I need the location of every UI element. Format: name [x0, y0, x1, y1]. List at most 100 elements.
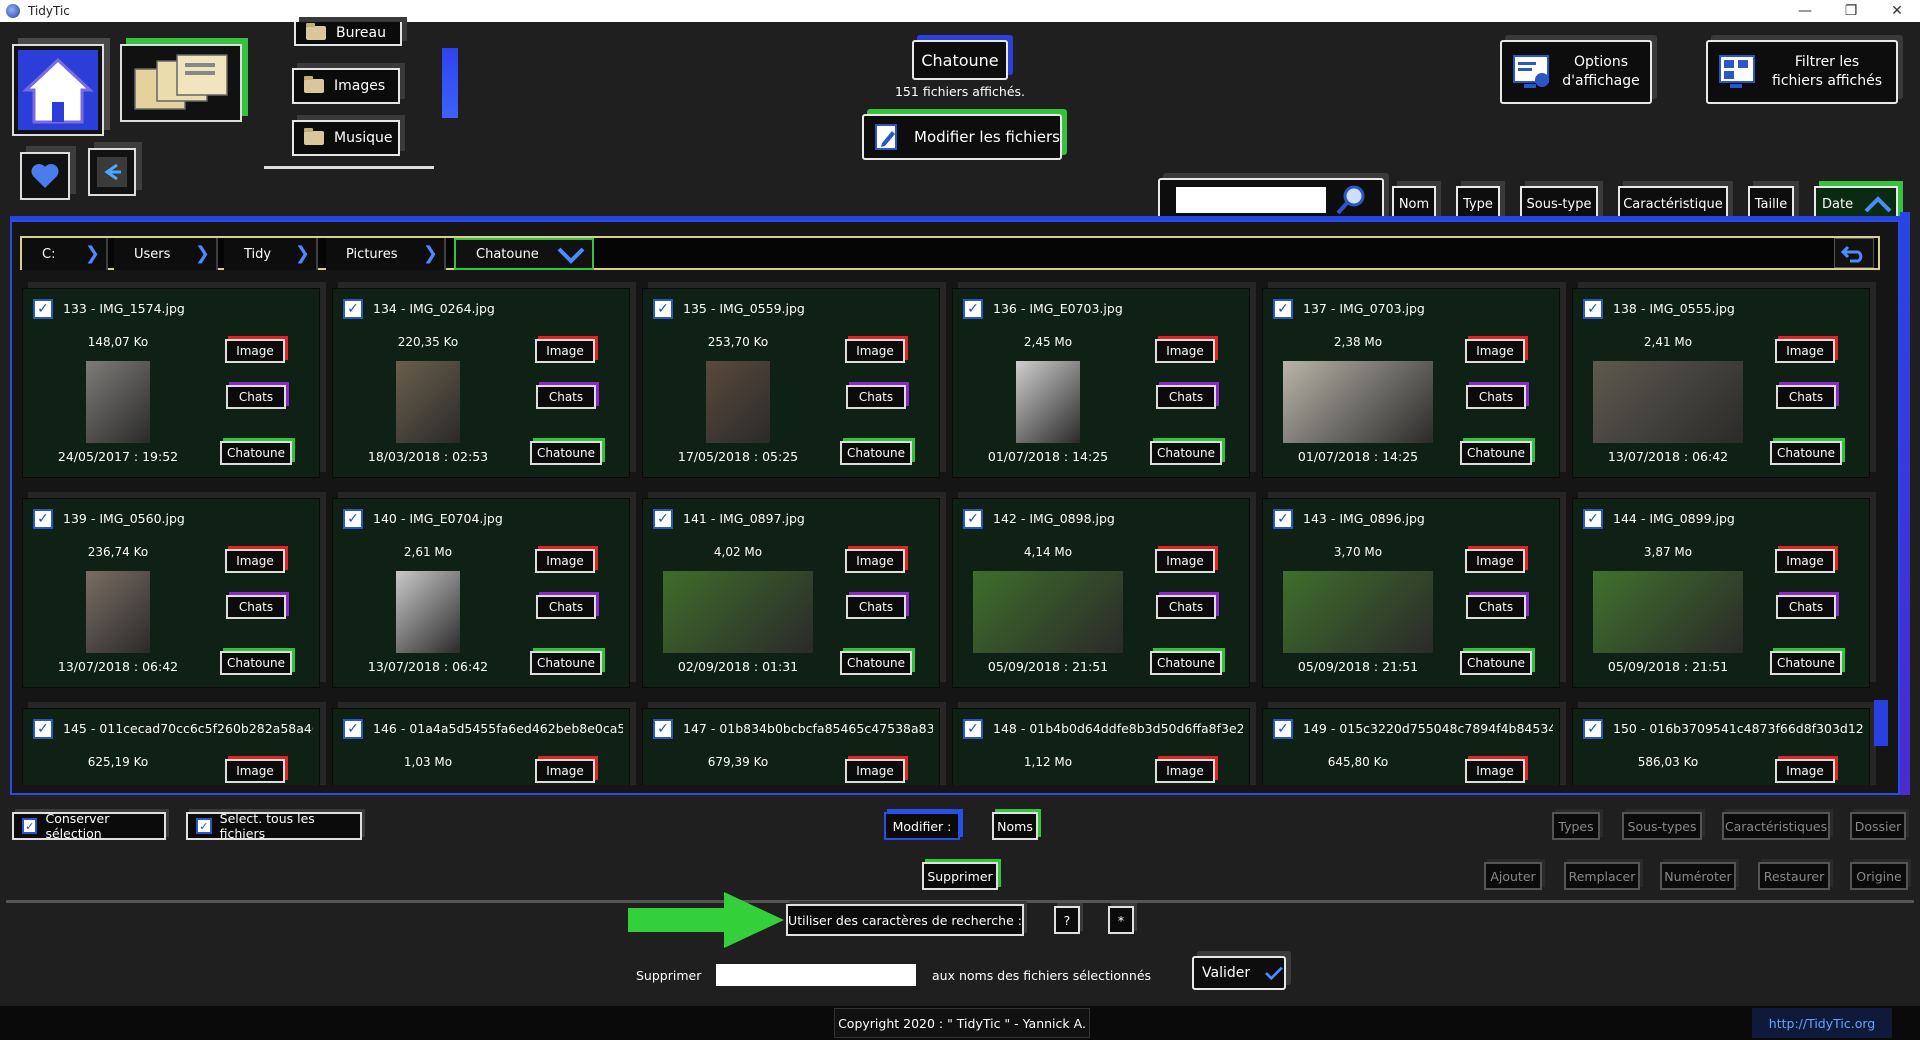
question-char-button[interactable]: ? — [1054, 906, 1080, 934]
file-thumbnail[interactable] — [973, 571, 1123, 653]
keep-selection-toggle[interactable]: ✓ Conserver sélection — [12, 811, 166, 841]
file-card[interactable]: ✓ 147 - 01b834b0bcbcfa85465c47538a833 679,… — [642, 708, 940, 785]
file-select-checkbox[interactable]: ✓ — [33, 299, 53, 319]
file-select-checkbox[interactable]: ✓ — [1273, 719, 1293, 739]
file-thumbnail[interactable] — [396, 571, 460, 653]
tag-folder[interactable]: Chatoune — [530, 441, 602, 465]
select-all-files-toggle[interactable]: ✓ Select. tous les fichiers — [186, 811, 362, 841]
file-select-checkbox[interactable]: ✓ — [653, 509, 673, 529]
sort-subtype-tab[interactable]: Sous-type — [1520, 186, 1598, 222]
tag-category[interactable]: Chats — [1156, 595, 1216, 619]
number-button[interactable]: Numéroter — [1660, 862, 1736, 890]
home-button[interactable] — [12, 44, 104, 136]
sort-type-tab[interactable]: Type — [1456, 186, 1500, 222]
tag-category[interactable]: Chats — [846, 385, 906, 409]
folders-view-button[interactable] — [120, 44, 242, 122]
tag-image[interactable]: Image — [1775, 759, 1835, 783]
tag-folder[interactable]: Chatoune — [1460, 651, 1532, 675]
tag-folder[interactable]: Chatoune — [220, 651, 292, 675]
tag-folder[interactable]: Chatoune — [1150, 651, 1222, 675]
file-card[interactable]: ✓ 138 - IMG_0555.jpg 2,41 Mo 13/07/2018 : 0… — [1572, 288, 1870, 478]
tag-category[interactable]: Chats — [1466, 385, 1526, 409]
minimize-button[interactable]: — — [1782, 0, 1828, 22]
search-input[interactable] — [1176, 187, 1326, 213]
file-card[interactable]: ✓ 144 - IMG_0899.jpg 3,87 Mo 05/09/2018 : 2… — [1572, 498, 1870, 688]
sort-size-tab[interactable]: Taille — [1748, 186, 1794, 222]
file-thumbnail[interactable] — [86, 571, 150, 653]
file-card[interactable]: ✓ 135 - IMG_0559.jpg 253,70 Ko 17/05/2018 :… — [642, 288, 940, 478]
maximize-button[interactable]: ❐ — [1828, 0, 1874, 22]
file-thumbnail[interactable] — [663, 571, 813, 653]
tag-image[interactable]: Image — [535, 759, 595, 783]
tag-folder[interactable]: Chatoune — [220, 441, 292, 465]
file-thumbnail[interactable] — [396, 361, 460, 443]
file-card[interactable]: ✓ 146 - 01a4a5d5455fa6ed462beb8e0ca58 1,03… — [332, 708, 630, 785]
file-card[interactable]: ✓ 140 - IMG_E0704.jpg 2,61 Mo 13/07/2018 : … — [332, 498, 630, 688]
file-select-checkbox[interactable]: ✓ — [1273, 299, 1293, 319]
tag-category[interactable]: Chats — [1776, 385, 1836, 409]
add-button[interactable]: Ajouter — [1484, 862, 1542, 890]
folder-music[interactable]: Musique — [292, 120, 400, 156]
file-select-checkbox[interactable]: ✓ — [1583, 299, 1603, 319]
subtypes-button[interactable]: Sous-types — [1622, 812, 1702, 840]
file-thumbnail[interactable] — [1016, 361, 1080, 443]
delete-button[interactable]: Supprimer — [922, 862, 998, 890]
validate-button[interactable]: Valider — [1192, 956, 1286, 990]
file-card[interactable]: ✓ 143 - IMG_0896.jpg 3,70 Mo 05/09/2018 : 2… — [1262, 498, 1560, 688]
file-thumbnail[interactable] — [1283, 361, 1433, 443]
tag-image[interactable]: Image — [845, 549, 905, 573]
tag-folder[interactable]: Chatoune — [530, 651, 602, 675]
use-search-chars-toggle[interactable]: Utiliser des caractères de recherche : — [786, 904, 1024, 936]
file-select-checkbox[interactable]: ✓ — [963, 719, 983, 739]
close-button[interactable]: ✕ — [1874, 0, 1920, 22]
tag-category[interactable]: Chats — [1156, 385, 1216, 409]
file-card[interactable]: ✓ 134 - IMG_0264.jpg 220,35 Ko 18/03/2018 :… — [332, 288, 630, 478]
restore-button[interactable]: Restaurer — [1758, 862, 1830, 890]
back-button[interactable] — [88, 148, 136, 196]
tag-image[interactable]: Image — [535, 339, 595, 363]
file-select-checkbox[interactable]: ✓ — [343, 299, 363, 319]
tag-image[interactable]: Image — [1775, 339, 1835, 363]
tag-image[interactable]: Image — [535, 549, 595, 573]
characteristics-button[interactable]: Caractéristiques — [1722, 812, 1830, 840]
undo-button[interactable] — [1834, 238, 1874, 268]
breadcrumb-drive[interactable]: C: ❯ — [22, 238, 108, 270]
file-card[interactable]: ✓ 150 - 016b3709541c4873f66d8f303d127 586,… — [1572, 708, 1870, 785]
sort-name-tab[interactable]: Nom — [1392, 186, 1436, 222]
file-select-checkbox[interactable]: ✓ — [33, 719, 53, 739]
filter-files-button[interactable]: Filtrer les fichiers affichés — [1706, 40, 1898, 104]
file-card[interactable]: ✓ 148 - 01b4b0d64ddfe8b3d50d6ffa8f3e2 1,12… — [952, 708, 1250, 785]
file-select-checkbox[interactable]: ✓ — [343, 509, 363, 529]
tag-image[interactable]: Image — [225, 549, 285, 573]
file-select-checkbox[interactable]: ✓ — [1273, 509, 1293, 529]
file-thumbnail[interactable] — [706, 361, 770, 443]
tag-image[interactable]: Image — [1465, 549, 1525, 573]
tag-category[interactable]: Chats — [1466, 595, 1526, 619]
breadcrumb-pictures[interactable]: Pictures ❯ — [326, 238, 446, 270]
file-card[interactable]: ✓ 141 - IMG_0897.jpg 4,02 Mo 02/09/2018 : 0… — [642, 498, 940, 688]
tag-folder[interactable]: Chatoune — [1770, 441, 1842, 465]
names-button[interactable]: Noms — [992, 812, 1038, 840]
file-select-checkbox[interactable]: ✓ — [1583, 509, 1603, 529]
file-card[interactable]: ✓ 139 - IMG_0560.jpg 236,74 Ko 13/07/2018 :… — [22, 498, 320, 688]
tag-image[interactable]: Image — [845, 759, 905, 783]
search-icon[interactable] — [1334, 183, 1368, 217]
website-link[interactable]: http://TidyTic.org — [1752, 1008, 1892, 1038]
sort-characteristic-tab[interactable]: Caractéristique — [1618, 186, 1728, 222]
delete-text-input[interactable] — [716, 964, 916, 986]
origin-button[interactable]: Origine — [1850, 862, 1908, 890]
file-card[interactable]: ✓ 149 - 015c3220d755048c7894f4b845347 645,… — [1262, 708, 1560, 785]
sort-date-tab[interactable]: Date — [1814, 186, 1898, 222]
tag-image[interactable]: Image — [1465, 339, 1525, 363]
file-select-checkbox[interactable]: ✓ — [1583, 719, 1603, 739]
tag-folder[interactable]: Chatoune — [1770, 651, 1842, 675]
tag-image[interactable]: Image — [225, 339, 285, 363]
tag-image[interactable]: Image — [845, 339, 905, 363]
file-select-checkbox[interactable]: ✓ — [963, 509, 983, 529]
file-card[interactable]: ✓ 136 - IMG_E0703.jpg 2,45 Mo 01/07/2018 : … — [952, 288, 1250, 478]
file-thumbnail[interactable] — [1283, 571, 1433, 653]
tag-category[interactable]: Chats — [846, 595, 906, 619]
tag-category[interactable]: Chats — [1776, 595, 1836, 619]
star-char-button[interactable]: * — [1108, 906, 1134, 934]
breadcrumb-users[interactable]: Users ❯ — [114, 238, 218, 270]
